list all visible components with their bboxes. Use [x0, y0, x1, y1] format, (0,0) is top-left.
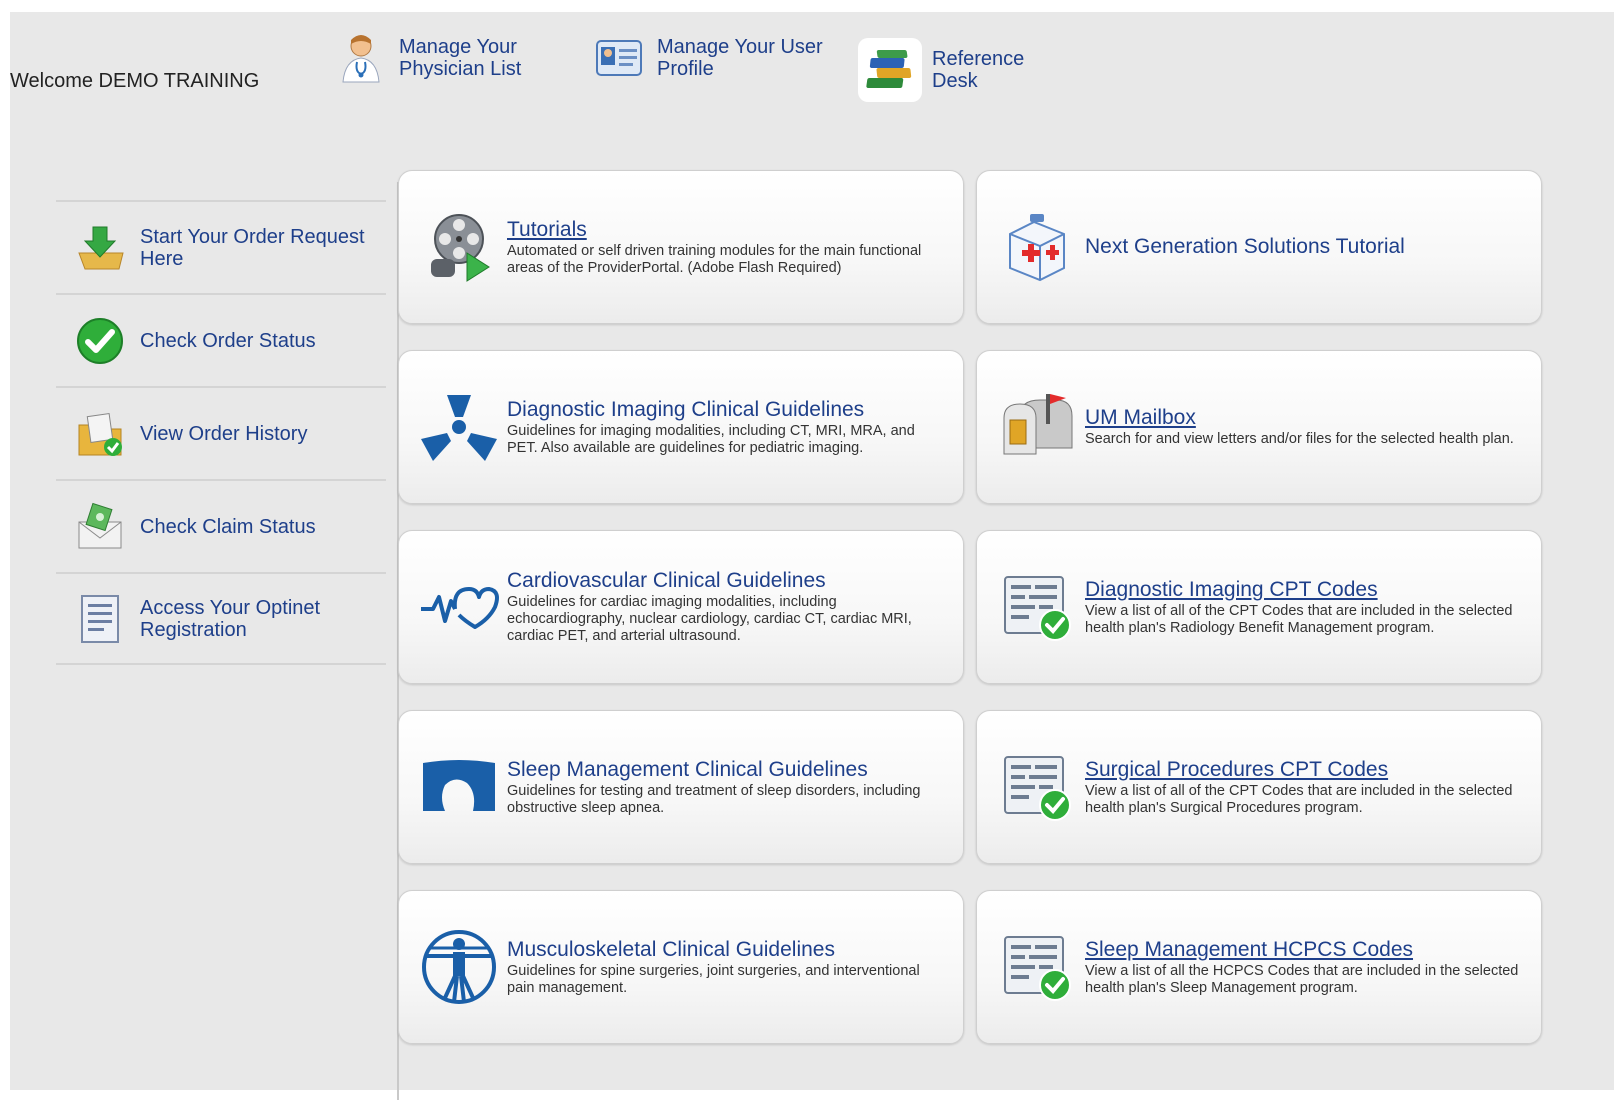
card-description: View a list of all of the CPT Codes that…: [1085, 782, 1513, 816]
card-text: Tutorials Automated or self driven train…: [507, 218, 963, 277]
sidebar-item-label: Access Your Optinet Registration: [140, 596, 321, 641]
card-cardiovascular-guidelines[interactable]: Cardiovascular Clinical Guidelines Guide…: [398, 530, 964, 684]
radiation-icon: [419, 387, 499, 467]
card-title: Diagnostic Imaging CPT Codes: [1085, 577, 1378, 601]
profile-card-icon: [593, 32, 645, 84]
portal-frame: Welcome DEMO TRAINING Manage Your Physic…: [10, 12, 1614, 1100]
sidebar-item-label: Check Order Status: [140, 329, 316, 352]
card-description: Search for and view letters and/or files…: [1085, 431, 1514, 447]
card-title: UM Mailbox: [1085, 406, 1196, 429]
card-sleep-management-hcpcs[interactable]: Sleep Management HCPCS Codes View a list…: [976, 890, 1542, 1044]
card-diagnostic-imaging-guidelines[interactable]: Diagnostic Imaging Clinical Guidelines G…: [398, 350, 964, 504]
card-text: Sleep Management Clinical Guidelines Gui…: [507, 758, 963, 817]
manage-physician-list-link[interactable]: Manage Your Physician List: [335, 32, 539, 84]
card-text: Sleep Management HCPCS Codes View a list…: [1085, 938, 1541, 997]
card-title: Musculoskeletal Clinical Guidelines: [507, 937, 835, 961]
sidebar-item-optinet-registration[interactable]: Access Your Optinet Registration: [56, 572, 386, 665]
manage-user-profile-label: Manage Your User Profile: [657, 36, 823, 80]
books-icon: [858, 38, 922, 102]
physician-icon: [335, 32, 387, 84]
card-title: Cardiovascular Clinical Guidelines: [507, 569, 826, 592]
card-description: Automated or self driven training module…: [507, 242, 922, 276]
card-title: Surgical Procedures CPT Codes: [1085, 757, 1389, 781]
folder-history-icon: [74, 408, 126, 460]
card-description: Guidelines for imaging modalities, inclu…: [507, 422, 915, 456]
card-surgical-procedures-cpt[interactable]: Surgical Procedures CPT Codes View a lis…: [976, 710, 1542, 864]
card-um-mailbox[interactable]: UM Mailbox Search for and view letters a…: [976, 350, 1542, 504]
heartbeat-icon: [419, 567, 499, 647]
card-diagnostic-imaging-cpt[interactable]: Diagnostic Imaging CPT Codes View a list…: [976, 530, 1542, 684]
code-list-check-icon: [997, 927, 1077, 1007]
card-description: View a list of all the HCPCS Codes that …: [1085, 962, 1519, 996]
order-download-icon: [74, 222, 126, 274]
card-text: Surgical Procedures CPT Codes View a lis…: [1085, 758, 1541, 817]
sidebar-item-start-order[interactable]: Start Your Order Request Here: [56, 200, 386, 293]
card-description: Guidelines for spine surgeries, joint su…: [507, 962, 920, 996]
claim-envelope-icon: [74, 501, 126, 553]
card-title: Sleep Management Clinical Guidelines: [507, 757, 868, 781]
vitruvian-man-icon: [419, 927, 499, 1007]
card-description: Guidelines for cardiac imaging modalitie…: [507, 594, 912, 644]
sidebar-item-label: Start Your Order Request Here: [140, 225, 365, 270]
card-text: Diagnostic Imaging Clinical Guidelines G…: [507, 398, 963, 457]
card-sleep-management-guidelines[interactable]: Sleep Management Clinical Guidelines Gui…: [398, 710, 964, 864]
card-tutorials[interactable]: Tutorials Automated or self driven train…: [398, 170, 964, 324]
sleep-head-icon: [419, 747, 499, 827]
card-description: Guidelines for testing and treatment of …: [507, 782, 921, 816]
sidebar-item-check-claim-status[interactable]: Check Claim Status: [56, 479, 386, 572]
card-title: Tutorials: [507, 217, 587, 241]
reference-desk-link[interactable]: Reference Desk: [858, 38, 1042, 102]
sidebar-item-label: View Order History: [140, 422, 308, 445]
card-title: Diagnostic Imaging Clinical Guidelines: [507, 397, 865, 421]
card-next-generation-tutorial[interactable]: Next Generation Solutions Tutorial: [976, 170, 1542, 324]
code-list-check-icon: [997, 567, 1077, 647]
card-text: UM Mailbox Search for and view letters a…: [1085, 406, 1541, 448]
card-text: Diagnostic Imaging CPT Codes View a list…: [1085, 578, 1541, 637]
green-check-icon: [74, 315, 126, 367]
sidebar-item-label: Check Claim Status: [140, 515, 316, 538]
welcome-text: Welcome DEMO TRAINING: [10, 70, 260, 92]
card-title: Next Generation Solutions Tutorial: [1085, 235, 1405, 258]
card-text: Next Generation Solutions Tutorial: [1085, 235, 1541, 259]
code-list-check-icon: [997, 747, 1077, 827]
card-text: Cardiovascular Clinical Guidelines Guide…: [507, 569, 963, 645]
manage-user-profile-link[interactable]: Manage Your User Profile: [593, 32, 837, 84]
sidebar-item-view-order-history[interactable]: View Order History: [56, 386, 386, 479]
document-list-icon: [74, 593, 126, 645]
mailbox-icon: [997, 387, 1077, 467]
sidebar-item-check-order-status[interactable]: Check Order Status: [56, 293, 386, 386]
first-aid-box-icon: [997, 207, 1077, 287]
card-musculoskeletal-guidelines[interactable]: Musculoskeletal Clinical Guidelines Guid…: [398, 890, 964, 1044]
sidebar: Start Your Order Request Here Check Orde…: [56, 200, 386, 665]
manage-physician-list-label: Manage Your Physician List: [399, 36, 522, 80]
reference-desk-label: Reference Desk: [932, 48, 1025, 92]
card-title: Sleep Management HCPCS Codes: [1085, 937, 1414, 961]
film-reel-icon: [419, 207, 499, 287]
card-text: Musculoskeletal Clinical Guidelines Guid…: [507, 938, 963, 997]
card-description: View a list of all of the CPT Codes that…: [1085, 602, 1513, 636]
